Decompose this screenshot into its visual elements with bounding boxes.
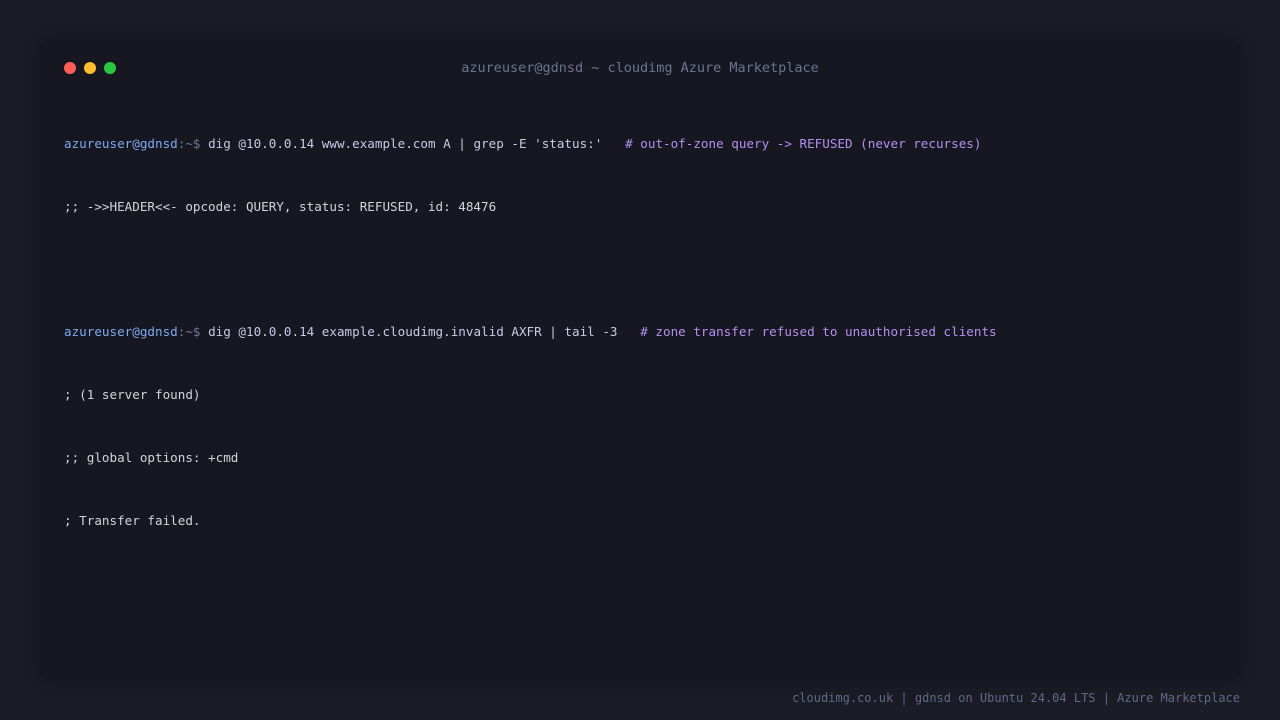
prompt-path: :~$ [177, 324, 201, 339]
command-comment: # out-of-zone query -> REFUSED (never re… [625, 136, 982, 151]
output-line: ;; ->>HEADER<<- opcode: QUERY, status: R… [64, 199, 497, 214]
prompt-user: azureuser@gdnsd [64, 136, 178, 151]
output-line: ;; global options: +cmd [64, 450, 239, 465]
terminal-output[interactable]: azureuser@gdnsd:~$ dig @10.0.0.14 www.ex… [64, 91, 1224, 573]
command-line: azureuser@gdnsd:~$ dig @10.0.0.14 www.ex… [64, 133, 1224, 154]
command-comment: # zone transfer refused to unauthorised … [640, 324, 997, 339]
output-line: ; (1 server found) [64, 387, 201, 402]
terminal-window: azureuser@gdnsd ~ cloudimg Azure Marketp… [40, 40, 1240, 680]
prompt-user: azureuser@gdnsd [64, 324, 178, 339]
window-title: azureuser@gdnsd ~ cloudimg Azure Marketp… [461, 60, 819, 76]
prompt-path: :~$ [177, 136, 201, 151]
footer-caption: cloudimg.co.uk | gdnsd on Ubuntu 24.04 L… [792, 691, 1240, 705]
command-text: dig @10.0.0.14 example.cloudimg.invalid … [208, 324, 618, 339]
command-text: dig @10.0.0.14 www.example.com A | grep … [208, 136, 603, 151]
title-bar: azureuser@gdnsd ~ cloudimg Azure Marketp… [40, 40, 1240, 96]
output-line: ; Transfer failed. [64, 513, 201, 528]
command-line: azureuser@gdnsd:~$ dig @10.0.0.14 exampl… [64, 321, 1224, 342]
